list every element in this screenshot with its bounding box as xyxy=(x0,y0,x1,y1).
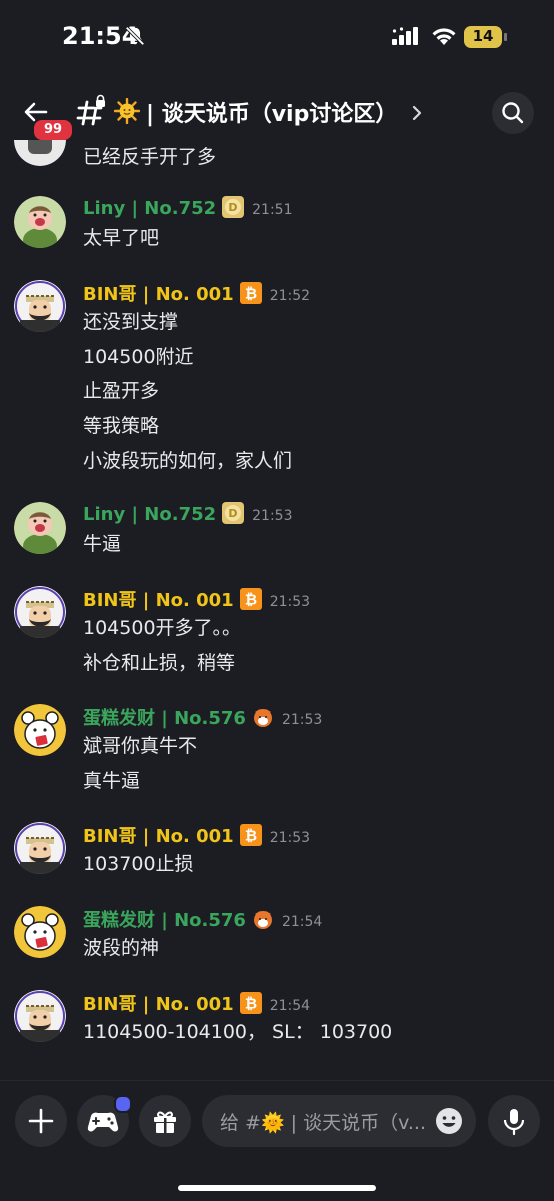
avatar[interactable] xyxy=(14,586,66,638)
wifi-icon xyxy=(432,28,456,45)
message-timestamp: 21:52 xyxy=(269,288,311,304)
battery-level: 14 xyxy=(472,27,494,45)
notification-dot xyxy=(114,1095,132,1113)
bitcoin-icon: ₿ xyxy=(239,824,262,846)
svg-text:₿: ₿ xyxy=(245,591,257,609)
message-text: 斌哥你真牛不 xyxy=(83,735,198,757)
svg-text:₿: ₿ xyxy=(245,827,257,845)
battery-indicator: 14 xyxy=(464,26,508,48)
channel-title[interactable]: | 谈天说币（vip讨论区） xyxy=(146,96,397,128)
message-text: 补仓和止损，稍等 xyxy=(83,652,236,674)
message-list[interactable]: 已经反手开了多 Liny | No.752 D 21:51 太早了吧 BIN哥 … xyxy=(0,140,554,1080)
gift-button[interactable] xyxy=(139,1095,191,1147)
svg-text:D: D xyxy=(229,201,238,214)
emoji-icon[interactable] xyxy=(434,1106,464,1136)
author-name[interactable]: Liny | No.752 xyxy=(83,198,216,219)
search-button[interactable] xyxy=(492,92,534,134)
message-text: 真牛逼 xyxy=(83,770,141,792)
avatar[interactable] xyxy=(14,280,66,332)
author-name[interactable]: BIN哥 | No. 001 xyxy=(83,590,234,611)
message-timestamp: 21:53 xyxy=(252,508,293,524)
sun-emoji-icon xyxy=(114,98,140,124)
author-name[interactable]: BIN哥 | No. 001 xyxy=(83,284,234,305)
message-text: 等我策略 xyxy=(83,415,160,437)
bitcoin-icon: ₿ xyxy=(239,992,262,1014)
author-line: 蛋糕发财 | No.576 21:54 xyxy=(83,906,322,932)
message-input-placeholder: 给 #🌞 | 谈天说币（v... xyxy=(220,1112,426,1134)
gift-icon xyxy=(154,1111,176,1133)
message-text: 止盈开多 xyxy=(83,380,160,402)
message-timestamp: 21:51 xyxy=(252,202,293,218)
voice-button[interactable] xyxy=(488,1095,540,1147)
bell-slash-icon xyxy=(125,26,145,46)
message-text: 1104500-104100， SL： 103700 xyxy=(83,1021,393,1043)
message-timestamp: 21:53 xyxy=(281,712,323,728)
message-text: 还没到支撑 xyxy=(83,311,179,333)
message-timestamp: 21:54 xyxy=(281,914,323,930)
author-line: Liny | No.752 D 21:51 xyxy=(83,196,293,219)
hash-lock-icon xyxy=(76,94,106,126)
chevron-right-icon[interactable] xyxy=(410,104,424,122)
message-text: 104500附近 xyxy=(83,346,194,368)
author-name[interactable]: 蛋糕发财 | No.576 xyxy=(83,910,246,931)
message-text: 103700止损 xyxy=(83,853,194,875)
status-bar: 21:54 14 xyxy=(0,0,554,70)
composer-bar: 给 #🌞 | 谈天说币（v... xyxy=(0,1080,554,1201)
plus-icon xyxy=(28,1108,54,1134)
channel-header: | 谈天说币（vip讨论区） xyxy=(0,84,554,140)
message-timestamp: 21:53 xyxy=(269,830,311,846)
avatar[interactable] xyxy=(14,704,66,756)
avatar[interactable] xyxy=(14,990,66,1042)
author-line: BIN哥 | No. 001 ₿ 21:53 xyxy=(83,586,310,612)
message-text: 已经反手开了多 xyxy=(83,146,217,168)
message-text: 牛逼 xyxy=(83,533,122,555)
author-line: Liny | No.752 D 21:53 xyxy=(83,502,293,525)
add-button[interactable] xyxy=(15,1095,67,1147)
avatar[interactable] xyxy=(14,140,66,166)
avatar[interactable] xyxy=(14,502,66,554)
svg-text:₿: ₿ xyxy=(245,995,257,1013)
message-text: 104500开多了。。 xyxy=(83,617,242,639)
home-indicator xyxy=(178,1185,376,1191)
message-text: 小波段玩的如何，家人们 xyxy=(83,450,293,472)
bitcoin-icon: ₿ xyxy=(239,282,262,304)
message-timestamp: 21:53 xyxy=(269,594,311,610)
message-text: 波段的神 xyxy=(83,937,160,959)
avatar[interactable] xyxy=(14,196,66,248)
unread-badge: 99 xyxy=(32,118,74,142)
author-name[interactable]: Liny | No.752 xyxy=(83,504,216,525)
bitcoin-icon: ₿ xyxy=(239,588,262,610)
shiba-icon xyxy=(253,709,272,727)
author-line: BIN哥 | No. 001 ₿ 21:52 xyxy=(83,280,310,306)
author-name[interactable]: 蛋糕发财 | No.576 xyxy=(83,708,246,729)
author-line: 蛋糕发财 | No.576 21:53 xyxy=(83,704,322,730)
message-timestamp: 21:54 xyxy=(269,998,311,1014)
avatar[interactable] xyxy=(14,822,66,874)
dogecoin-icon: D xyxy=(222,502,245,524)
avatar[interactable] xyxy=(14,906,66,958)
signal-icon xyxy=(392,27,418,45)
author-line: BIN哥 | No. 001 ₿ 21:54 xyxy=(83,990,310,1016)
search-icon xyxy=(502,102,524,124)
author-name[interactable]: BIN哥 | No. 001 xyxy=(83,994,234,1015)
svg-text:D: D xyxy=(229,507,238,520)
author-line: BIN哥 | No. 001 ₿ 21:53 xyxy=(83,822,310,848)
microphone-icon xyxy=(503,1109,525,1136)
dogecoin-icon: D xyxy=(222,196,245,218)
shiba-icon xyxy=(253,911,272,929)
svg-text:₿: ₿ xyxy=(245,285,257,303)
message-input[interactable]: 给 #🌞 | 谈天说币（v... xyxy=(202,1095,476,1147)
message-text: 太早了吧 xyxy=(83,227,160,249)
author-name[interactable]: BIN哥 | No. 001 xyxy=(83,826,234,847)
